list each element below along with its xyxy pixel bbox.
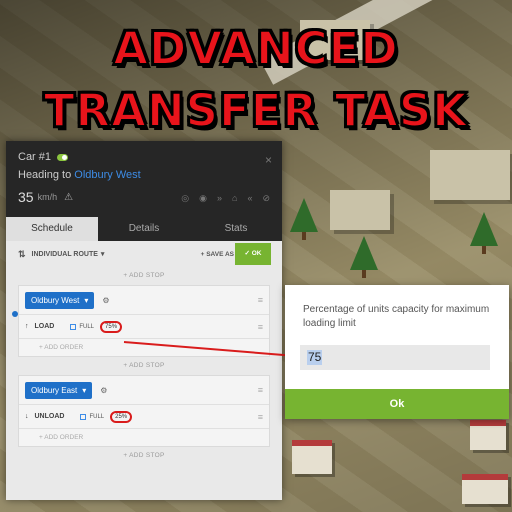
drag-handle-icon[interactable]: ≡ <box>258 412 263 422</box>
warning-icon: ⚠ <box>64 191 74 203</box>
add-stop-button[interactable]: + ADD STOP <box>6 447 282 465</box>
schedule-ok-button[interactable]: ✓ OK <box>235 243 271 265</box>
save-as-button[interactable]: + SAVE AS <box>201 251 234 258</box>
checkbox-icon <box>80 413 87 420</box>
dialog-ok-button[interactable]: Ok <box>285 389 509 419</box>
title-line-2: TRANSFER TASK <box>43 84 469 137</box>
full-label: FULL <box>79 323 95 330</box>
stop-station-name: Oldbury East <box>31 385 78 395</box>
stop-card: Oldbury East ▾ ⚙ ≡ ↓ UNLOAD FULL 25% ≡ +… <box>18 375 270 447</box>
full-checkbox[interactable]: FULL <box>80 413 105 420</box>
task-type: UNLOAD <box>34 413 65 420</box>
tab-details[interactable]: Details <box>98 217 190 241</box>
route-icon: ⇅ <box>18 248 26 259</box>
title-line-1: ADVANCED <box>112 22 399 75</box>
add-stop-label: ADD STOP <box>129 452 165 459</box>
close-icon[interactable]: × <box>265 153 272 167</box>
target-icon[interactable]: ◎ <box>181 193 189 204</box>
chevron-down-icon: ▾ <box>100 251 105 258</box>
house <box>470 420 506 450</box>
tab-stats[interactable]: Stats <box>190 217 282 241</box>
add-order-button[interactable]: + ADD ORDER <box>19 338 269 356</box>
task-row: ↑ LOAD FULL 75% ≡ <box>19 314 269 338</box>
drag-handle-icon[interactable]: ≡ <box>258 385 263 395</box>
stop-station-name: Oldbury West <box>31 295 80 305</box>
full-checkbox[interactable]: FULL <box>70 323 95 330</box>
capacity-percent-input[interactable] <box>300 345 490 370</box>
speed-unit: km/h <box>37 192 58 202</box>
add-order-label: ADD ORDER <box>44 344 84 351</box>
drag-handle-icon[interactable]: ≡ <box>258 322 263 332</box>
car-panel-header: Car #1 × Heading to Oldbury West 35 km/h… <box>6 141 282 217</box>
stop-card: Oldbury West ▾ ⚙ ≡ ↑ LOAD FULL 75% ≡ + A… <box>18 285 270 357</box>
car-panel: Car #1 × Heading to Oldbury West 35 km/h… <box>6 141 282 500</box>
add-stop-button[interactable]: + ADD STOP <box>6 267 282 285</box>
unload-arrow-icon: ↓ <box>25 413 29 420</box>
schedule-ok-label: OK <box>251 250 262 257</box>
tab-schedule[interactable]: Schedule <box>6 217 98 241</box>
speed-value: 35 <box>18 189 34 205</box>
task-type: LOAD <box>34 323 55 330</box>
save-as-label: SAVE AS <box>206 250 234 258</box>
house <box>292 440 332 474</box>
tree <box>350 236 378 278</box>
stop-station-dropdown[interactable]: Oldbury East ▾ <box>25 381 93 399</box>
heading-destination-link[interactable]: Oldbury West <box>74 169 140 181</box>
gear-icon[interactable]: ⚙ <box>100 386 107 395</box>
car-action-icons: ◎ ◉ » ⌂ « ⊘ <box>181 193 270 204</box>
capacity-limit-dialog: Percentage of units capacity for maximum… <box>285 285 509 419</box>
add-order-button[interactable]: + ADD ORDER <box>19 428 269 446</box>
drag-handle-icon[interactable]: ≡ <box>258 295 263 305</box>
add-order-label: ADD ORDER <box>44 434 84 441</box>
schedule-content: ⇅ INDIVIDUAL ROUTE ▾ + SAVE AS ✓ OK + AD… <box>6 241 282 500</box>
heading-label: Heading to <box>18 169 72 181</box>
car-enabled-toggle[interactable] <box>57 153 69 161</box>
stop-station-dropdown[interactable]: Oldbury West ▾ <box>25 291 95 309</box>
checkbox-icon <box>70 323 77 330</box>
depot-icon[interactable]: ⌂ <box>232 193 237 204</box>
capacity-percent-button[interactable]: 25% <box>110 410 133 423</box>
panel-tabs: Schedule Details Stats <box>6 217 282 241</box>
route-bar: ⇅ INDIVIDUAL ROUTE ▾ + SAVE AS ✓ OK <box>6 241 282 267</box>
tree <box>290 198 318 240</box>
building <box>330 190 390 230</box>
car-name: Car #1 <box>18 151 52 163</box>
current-stop-indicator <box>12 311 18 317</box>
unlink-icon[interactable]: ⊘ <box>262 193 270 204</box>
chevron-down-icon: ▾ <box>82 385 87 395</box>
eye-icon[interactable]: ◉ <box>199 193 207 204</box>
tree <box>470 212 498 254</box>
add-stop-button[interactable]: + ADD STOP <box>6 357 282 375</box>
chevron-down-icon: ▾ <box>84 295 89 305</box>
forward-icon[interactable]: » <box>217 193 222 204</box>
dialog-message: Percentage of units capacity for maximum… <box>303 304 490 329</box>
house <box>462 474 508 504</box>
add-stop-label: ADD STOP <box>129 362 165 369</box>
reverse-icon[interactable]: « <box>247 193 252 204</box>
add-stop-label: ADD STOP <box>129 272 165 279</box>
full-label: FULL <box>89 413 105 420</box>
gear-icon[interactable]: ⚙ <box>102 296 109 305</box>
load-arrow-icon: ↑ <box>25 323 29 330</box>
building <box>430 150 510 200</box>
capacity-percent-button[interactable]: 75% <box>100 320 123 333</box>
route-type-dropdown[interactable]: INDIVIDUAL ROUTE <box>32 251 98 258</box>
capacity-percent-value: 75 <box>307 350 323 365</box>
task-row: ↓ UNLOAD FULL 25% ≡ <box>19 404 269 428</box>
